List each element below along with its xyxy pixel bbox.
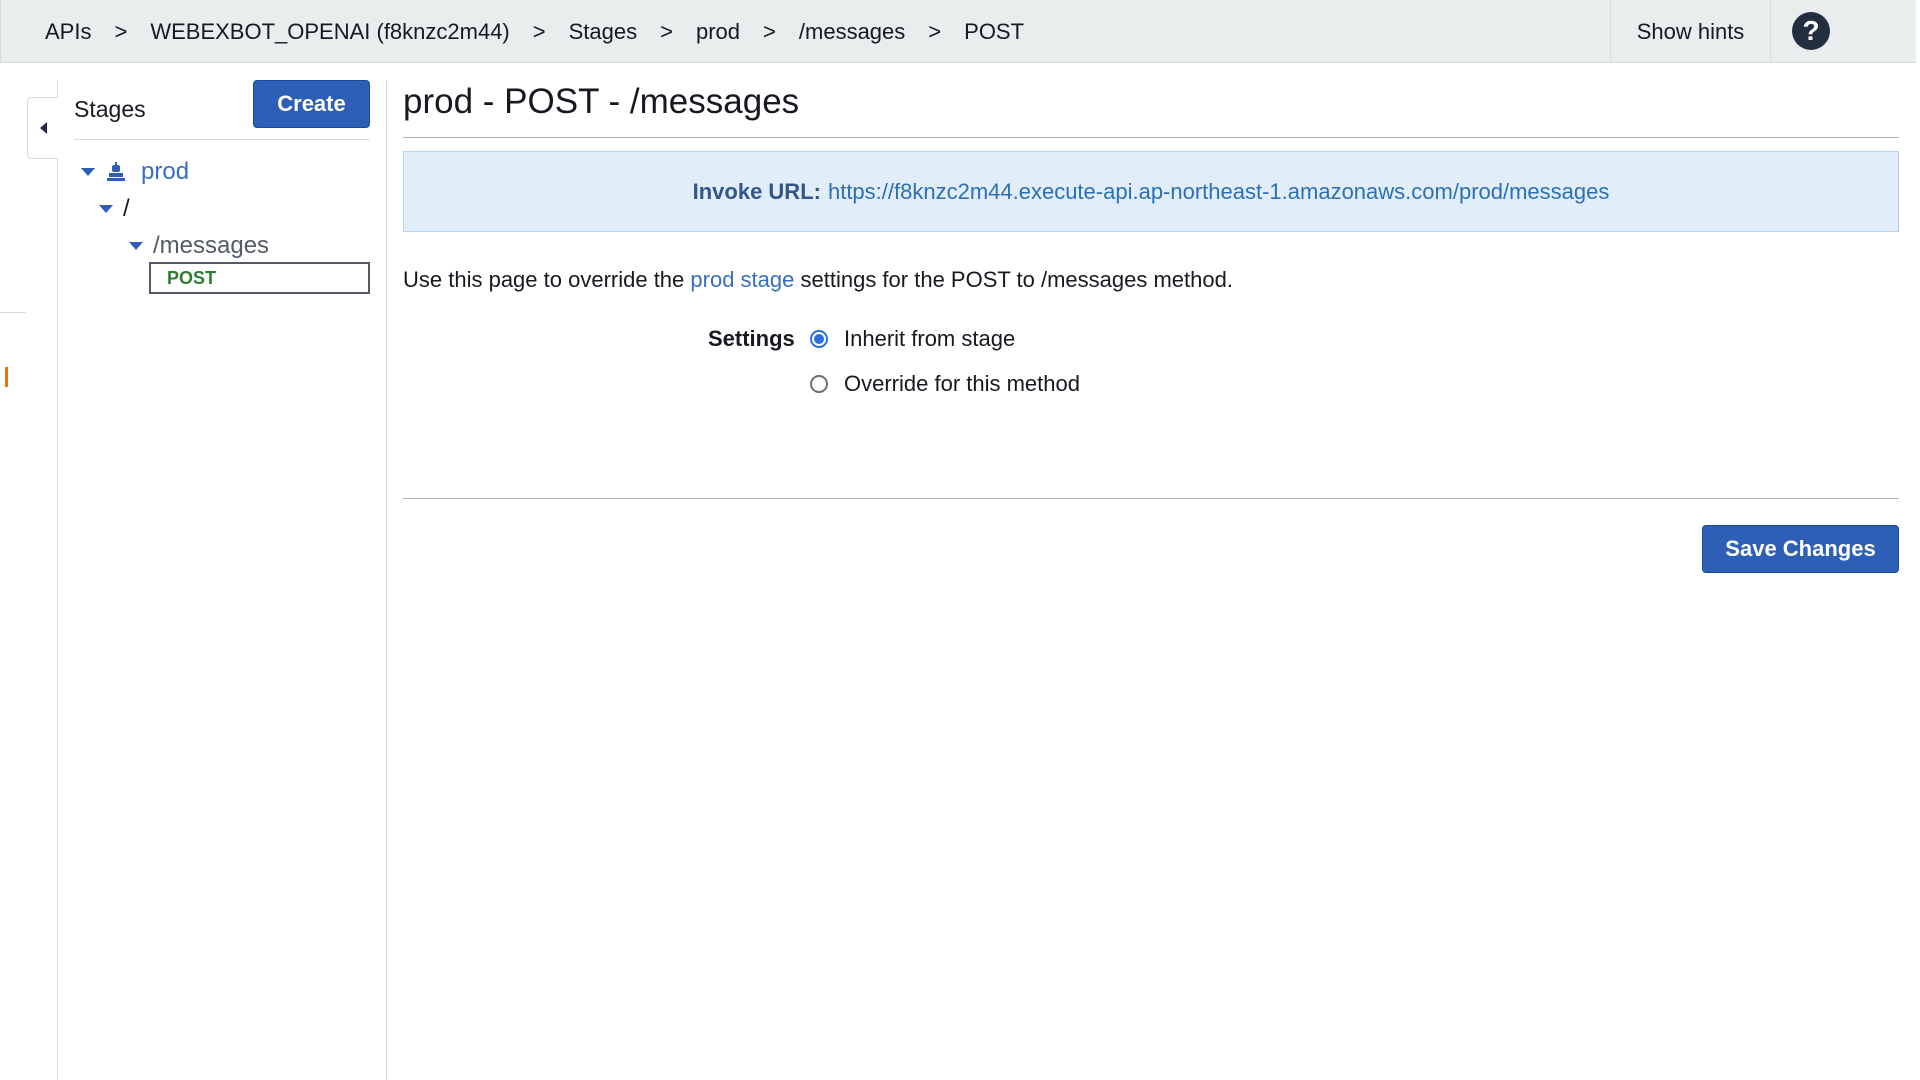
tree-item-stage-label: prod [141,158,190,185]
caret-down-icon[interactable] [129,242,143,250]
override-method-radio[interactable] [810,375,828,393]
prod-stage-link[interactable]: prod stage [690,267,794,292]
stages-panel-divider [74,139,370,140]
breadcrumb-api-name[interactable]: WEBEXBOT_OPENAI (f8knzc2m44) [150,19,509,45]
invoke-url-link[interactable]: https://f8knzc2m44.execute-api.ap-northe… [828,179,1609,205]
invoke-url-label: Invoke URL: [692,178,821,204]
side-nav-divider [0,312,26,313]
side-nav-border [57,80,58,1080]
settings-label: Settings [708,326,795,351]
caret-down-icon[interactable] [99,205,113,213]
inherit-from-stage-option[interactable]: Inherit from stage [810,326,1015,352]
caret-down-icon[interactable] [81,168,95,176]
help-icon[interactable]: ? [1792,12,1830,50]
caret-left-icon [39,122,47,134]
breadcrumb-separator: > [532,18,546,44]
breadcrumb-separator: > [114,18,128,44]
breadcrumb-stage[interactable]: prod [696,19,740,45]
breadcrumb-separator: > [928,18,942,44]
description-prefix: Use this page to override the [403,267,685,292]
inherit-from-stage-label: Inherit from stage [844,326,1016,351]
stages-panel-title: Stages [74,96,146,122]
tree-item-root-resource[interactable]: / [99,195,130,223]
breadcrumb-separator: > [763,18,776,44]
collapse-panel-button[interactable] [27,97,58,159]
tree-item-resource[interactable]: /messages [129,232,269,260]
breadcrumb-resource[interactable]: /messages [799,19,905,45]
breadcrumb-method: POST [964,18,1025,44]
tree-item-root-label: / [123,195,130,222]
show-hints-button[interactable]: Show hints [1610,0,1771,63]
tree-item-resource-label: /messages [153,232,270,259]
invoke-url-box: Invoke URL: https://f8knzc2m44.execute-a… [403,151,1899,232]
save-changes-button[interactable]: Save Changes [1702,525,1899,573]
page-description: Use this page to override the prod stage… [403,267,1233,293]
breadcrumb: APIs > WEBEXBOT_OPENAI (f8knzc2m44) > St… [45,0,1024,63]
title-divider [403,137,1899,138]
stage-icon [107,162,125,181]
description-suffix: settings for the POST to /messages metho… [800,267,1233,292]
tree-item-stage[interactable]: prod [81,158,189,186]
override-method-label: Override for this method [844,371,1080,396]
breadcrumb-stages[interactable]: Stages [569,19,638,45]
override-method-option[interactable]: Override for this method [810,371,1080,397]
inherit-from-stage-radio[interactable] [810,330,828,348]
create-stage-button[interactable]: Create [253,80,370,128]
page-title: prod - POST - /messages [403,82,800,121]
breadcrumb-separator: > [660,18,673,44]
tree-item-method-post[interactable]: POST [149,262,370,294]
top-bar: APIs > WEBEXBOT_OPENAI (f8knzc2m44) > St… [0,0,1916,63]
side-nav-active-marker [0,367,8,387]
form-divider [403,498,1899,499]
stages-panel-border [386,80,387,1080]
breadcrumb-apis[interactable]: APIs [45,19,91,45]
